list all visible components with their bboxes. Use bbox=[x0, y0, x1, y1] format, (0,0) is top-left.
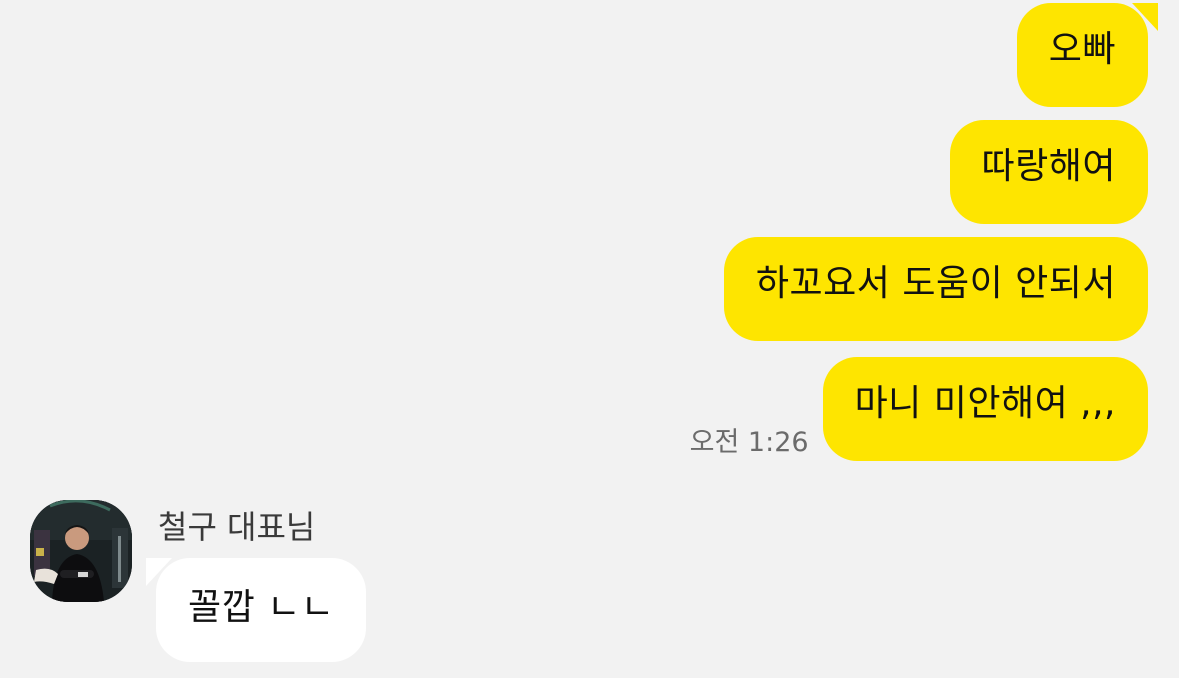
message-row-outgoing: 오빠 bbox=[1016, 3, 1158, 107]
message-text: 마니 미안해여 ,,, bbox=[854, 383, 1116, 424]
message-text: 하꼬요서 도움이 안되서 bbox=[755, 263, 1116, 304]
outgoing-message-bubble[interactable]: 오빠 bbox=[1016, 3, 1158, 107]
message-row-outgoing: 오전 1:26 마니 미안해여 ,,, bbox=[690, 357, 1148, 461]
message-text: 꼴깝 ㄴㄴ bbox=[188, 587, 335, 628]
sender-name: 철구 대표님 bbox=[158, 508, 316, 546]
sender-avatar[interactable] bbox=[30, 500, 132, 602]
outgoing-message-bubble[interactable]: 하꼬요서 도움이 안되서 bbox=[723, 237, 1148, 341]
outgoing-message-bubble[interactable]: 마니 미안해여 ,,, bbox=[822, 357, 1148, 461]
message-timestamp: 오전 1:26 bbox=[689, 427, 809, 458]
bubble-tail bbox=[1132, 3, 1158, 31]
message-row-outgoing: 따랑해여 bbox=[949, 120, 1148, 224]
chat-message-list[interactable]: 오빠 따랑해여 하꼬요서 도움이 안되서 오전 1:26 마니 미안해여 ,,, bbox=[0, 0, 1179, 678]
incoming-message-bubble[interactable]: 꼴깝 ㄴㄴ bbox=[146, 558, 367, 662]
message-text: 따랑해여 bbox=[981, 146, 1116, 187]
outgoing-message-bubble[interactable]: 따랑해여 bbox=[949, 120, 1148, 224]
message-row-outgoing: 하꼬요서 도움이 안되서 bbox=[723, 237, 1148, 341]
bubble-tail bbox=[146, 558, 172, 586]
message-text: 오빠 bbox=[1048, 29, 1116, 70]
profile-photo-avatar-icon bbox=[30, 500, 132, 602]
